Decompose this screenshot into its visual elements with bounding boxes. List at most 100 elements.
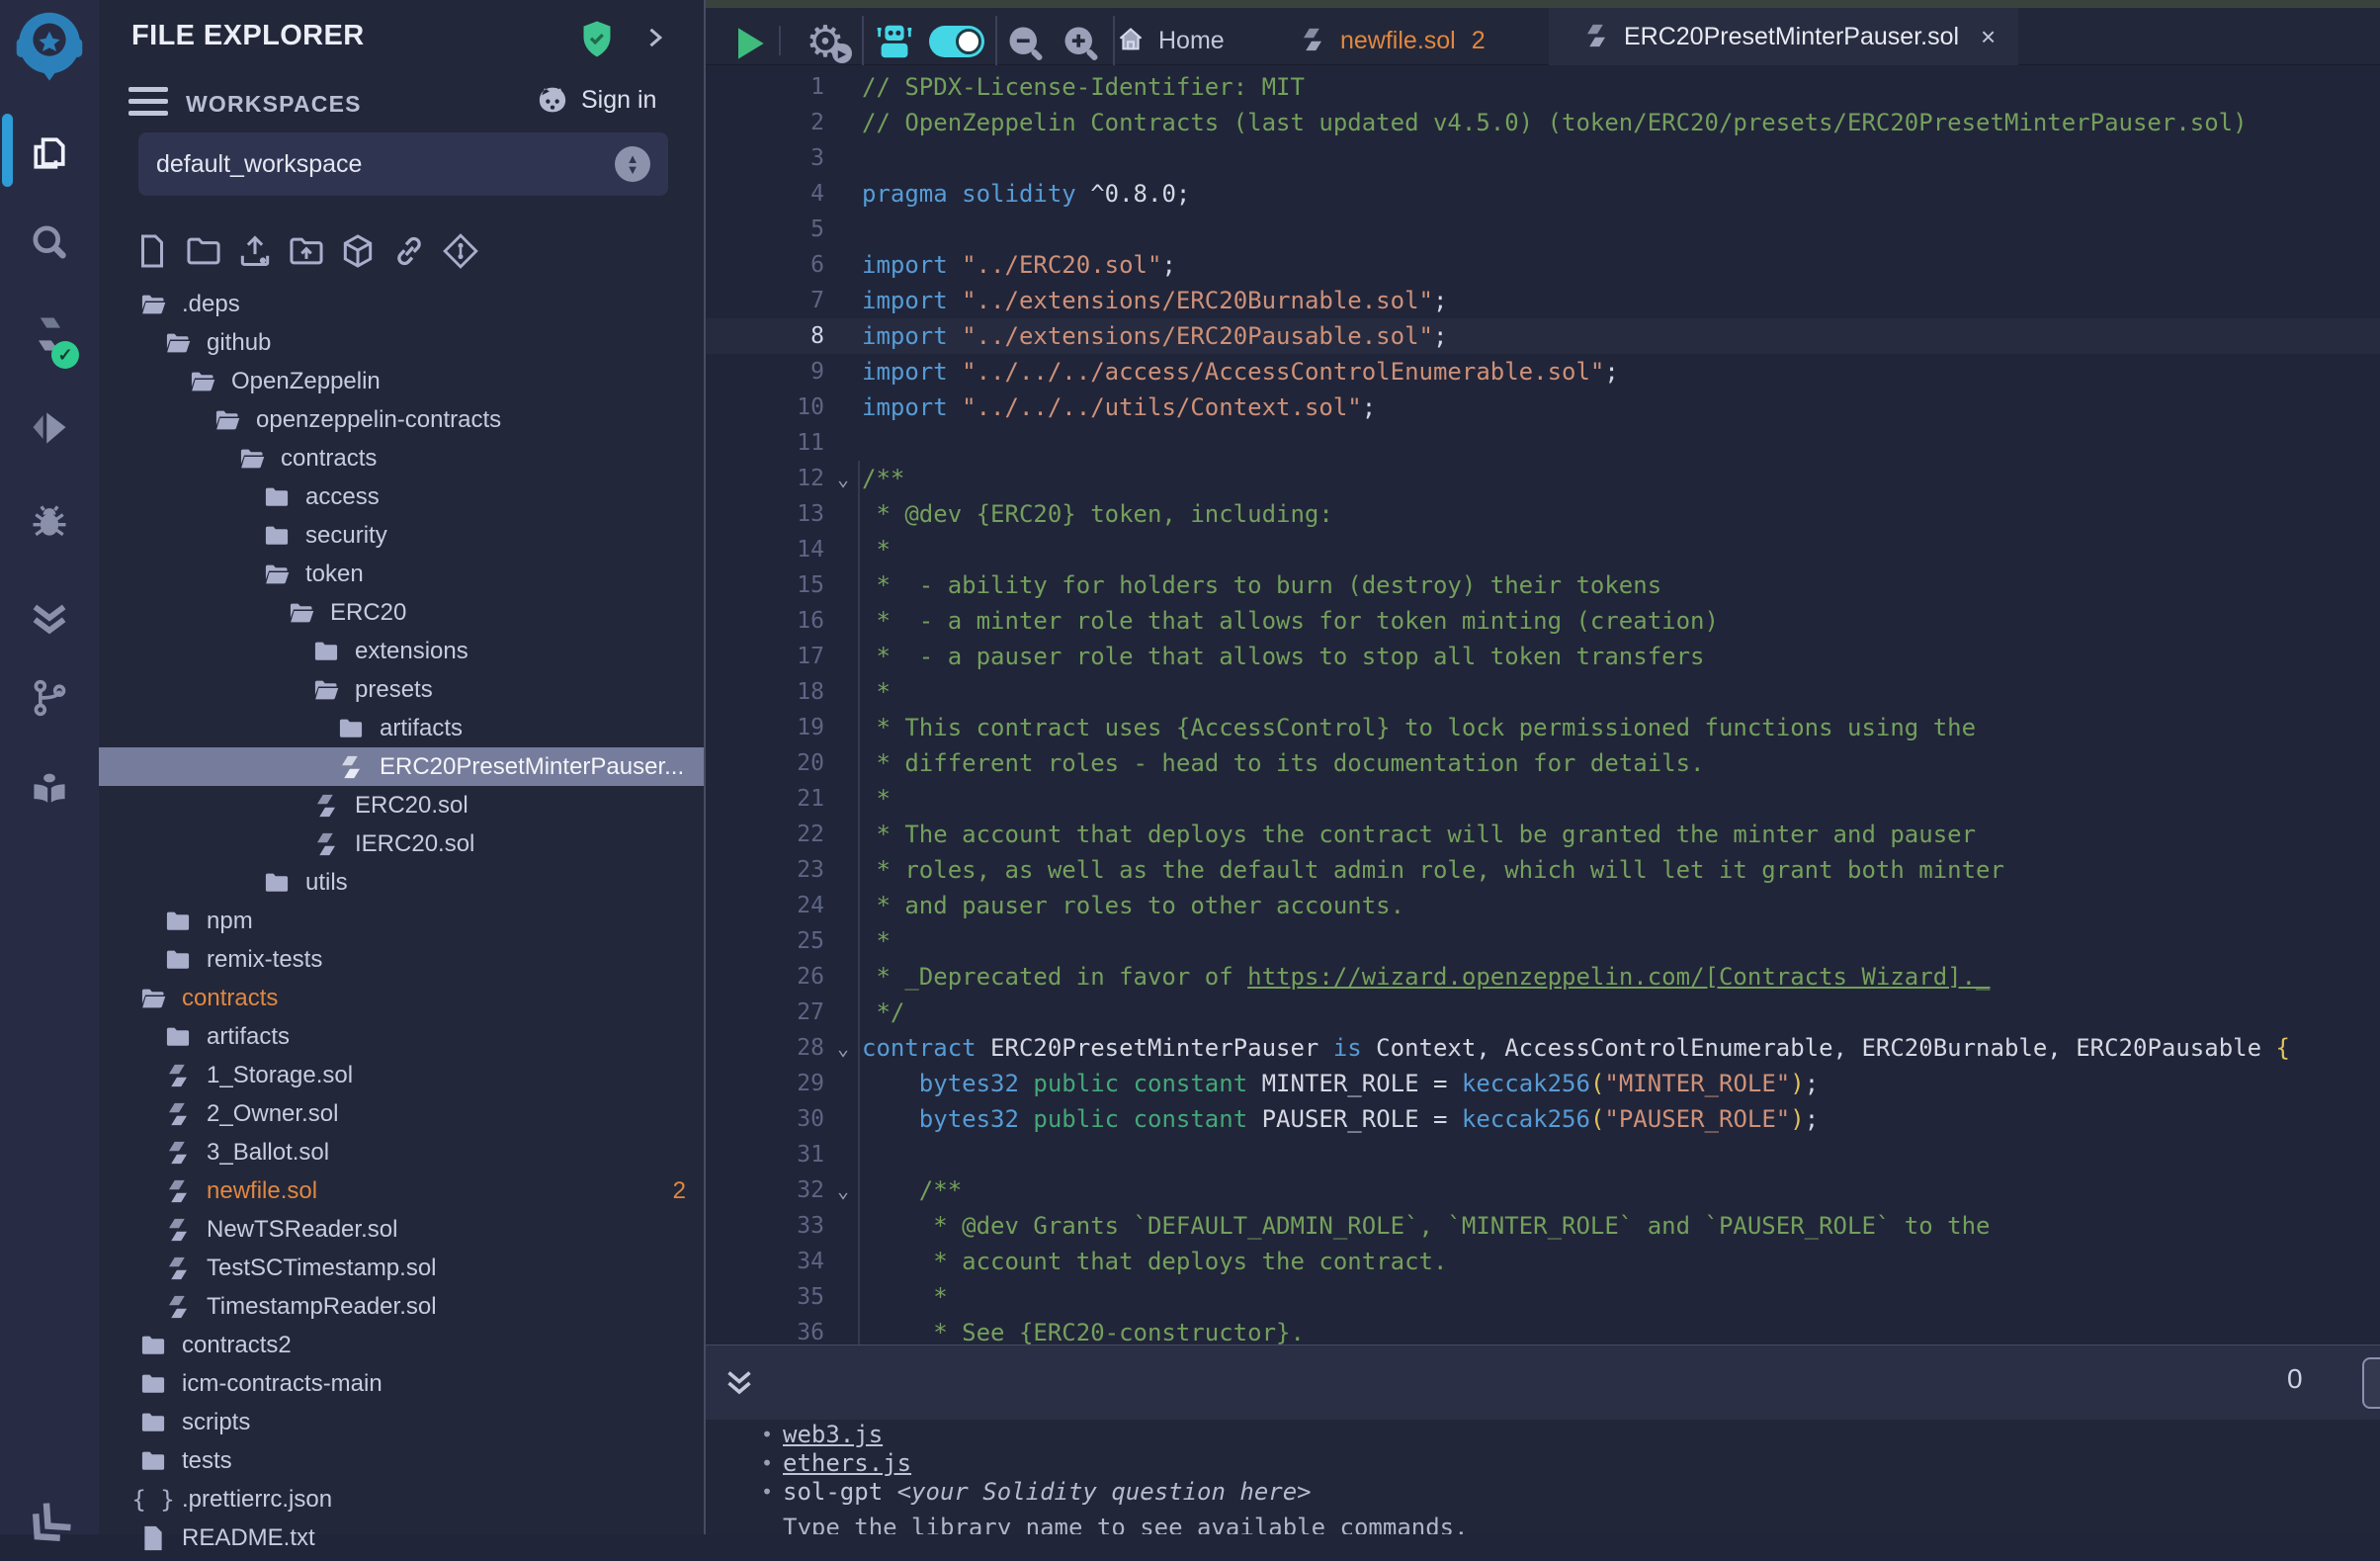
tree-folder-erc20[interactable]: ERC20 [99, 593, 704, 632]
workspace-select[interactable]: default_workspace ▲▼ [138, 132, 668, 196]
folder-icon [163, 1022, 193, 1052]
terminal-collapse-icon[interactable] [722, 1365, 757, 1401]
code-line-5: 5 [706, 212, 2380, 247]
tree-folder-access[interactable]: access [99, 477, 704, 516]
rail-icon-learneth[interactable] [26, 765, 73, 813]
fold-chevron-icon[interactable]: ⌄ [824, 1178, 862, 1202]
rail-icon-search[interactable] [26, 218, 73, 266]
tree-file-erc20.sol[interactable]: ERC20.sol [99, 786, 704, 824]
folder-open-icon [138, 984, 168, 1013]
code-token: bytes32 [919, 1105, 1019, 1133]
compile-settings-button[interactable]: ⚙ ▶ [801, 16, 850, 67]
code-line-11: 11 [706, 425, 2380, 461]
solidity-file-icon [1582, 22, 1612, 51]
tree-folder-github[interactable]: github [99, 323, 704, 362]
tab-newfile-sol[interactable]: newfile.sol 2 [1299, 16, 1486, 65]
tree-folder-scripts[interactable]: scripts [99, 1403, 704, 1441]
tree-folder-security[interactable]: security [99, 516, 704, 555]
run-script-button[interactable] [727, 22, 771, 65]
collapse-rail-icon[interactable] [13, 1488, 86, 1561]
workspaces-label: WORKSPACES [186, 91, 362, 118]
tree-folder-icm-contracts-main[interactable]: icm-contracts-main [99, 1364, 704, 1403]
line-number: 35 [706, 1284, 824, 1310]
collapse-panel-chevron-icon[interactable] [640, 24, 668, 51]
rail-icon-file-explorer[interactable] [26, 130, 73, 177]
rail-icon-deploy-run[interactable] [26, 404, 73, 452]
tree-folder-utils[interactable]: utils [99, 863, 704, 902]
code-token: ; [1805, 1105, 1819, 1133]
tree-file-newfile.sol[interactable]: newfile.sol2 [99, 1171, 704, 1210]
code-line-10: 10import "../../../utils/Context.sol"; [706, 390, 2380, 425]
tree-folder-openzeppelin[interactable]: OpenZeppelin [99, 362, 704, 400]
upload-file-icon[interactable] [229, 229, 281, 273]
tree-folder-token[interactable]: token [99, 555, 704, 593]
fold-chevron-icon[interactable]: ⌄ [824, 1036, 862, 1060]
tree-item-label: extensions [355, 638, 468, 665]
link-icon[interactable] [383, 229, 435, 273]
tree-folder-artifacts[interactable]: artifacts [99, 709, 704, 747]
folder-icon [138, 1408, 168, 1437]
folder-open-icon [311, 675, 341, 705]
tree-folder-tests[interactable]: tests [99, 1441, 704, 1480]
tree-folder-contracts[interactable]: contracts [99, 439, 704, 477]
terminal-header[interactable]: 0 [706, 1344, 2380, 1420]
workspaces-menu-icon[interactable] [128, 87, 168, 121]
terminal-search-box[interactable] [2362, 1357, 2380, 1409]
tree-file-testsctimestamp.sol[interactable]: TestSCTimestamp.sol [99, 1249, 704, 1287]
folder-open-icon [163, 328, 193, 358]
tree-file-erc20presetminterpauser...[interactable]: ERC20PresetMinterPauser... [99, 747, 704, 786]
tree-folder-presets[interactable]: presets [99, 670, 704, 709]
git-clone-icon[interactable] [435, 229, 486, 273]
tree-file-1-storage.sol[interactable]: 1_Storage.sol [99, 1056, 704, 1094]
code-token: * @dev Grants `DEFAULT_ADMIN_ROLE`, `MIN… [862, 1212, 1991, 1240]
ai-assistant-icon[interactable] [872, 20, 917, 63]
terminal-line: •web3.js [706, 1420, 2380, 1448]
new-file-icon[interactable] [127, 229, 178, 273]
terminal-link[interactable]: ethers.js [783, 1449, 911, 1477]
tree-item-label: TestSCTimestamp.sol [207, 1255, 437, 1282]
tree-file-2-owner.sol[interactable]: 2_Owner.sol [99, 1094, 704, 1133]
code-line-13: 13 * @dev {ERC20} token, including: [706, 496, 2380, 532]
tree-folder-.deps[interactable]: .deps [99, 285, 704, 323]
tab-home[interactable]: Home [1117, 16, 1225, 65]
close-tab-icon[interactable]: × [1981, 22, 1996, 52]
upload-folder-icon[interactable] [281, 229, 332, 273]
tab-erc20presetminterpauser-sol[interactable]: ERC20PresetMinterPauser.sol × [1549, 8, 2018, 65]
code-token: ; [1805, 1070, 1819, 1097]
tree-folder-npm[interactable]: npm [99, 902, 704, 940]
fold-chevron-icon[interactable]: ⌄ [824, 467, 862, 490]
rail-icon-git[interactable] [26, 674, 73, 722]
ipfs-box-icon[interactable] [332, 229, 383, 273]
tree-folder-openzeppelin-contracts[interactable]: openzeppelin-contracts [99, 400, 704, 439]
sol-icon [163, 1176, 193, 1206]
github-sign-in-button[interactable]: Sign in [534, 83, 656, 117]
terminal-output[interactable]: •web3.js•ethers.js•sol-gpt <your Solidit… [706, 1420, 2380, 1534]
code-token: MINTER_ROLE = [1247, 1070, 1462, 1097]
tree-item-label: access [305, 483, 380, 511]
rail-icon-static-analysis[interactable] [26, 593, 73, 641]
new-folder-icon[interactable] [178, 229, 229, 273]
remix-logo-icon[interactable] [12, 8, 87, 83]
ai-copilot-toggle[interactable] [929, 26, 984, 57]
terminal-link[interactable]: web3.js [783, 1421, 883, 1448]
tree-file-timestampreader.sol[interactable]: TimestampReader.sol [99, 1287, 704, 1326]
tree-file-readme.txt[interactable]: README.txt [99, 1518, 704, 1557]
tab-badge: 2 [1472, 27, 1486, 55]
tree-folder-contracts[interactable]: contracts [99, 979, 704, 1017]
rail-icon-debugger[interactable] [26, 497, 73, 545]
code-token [862, 1070, 919, 1097]
zoom-out-button[interactable] [1004, 22, 1048, 65]
tree-folder-artifacts[interactable]: artifacts [99, 1017, 704, 1056]
workspace-name: default_workspace [156, 150, 615, 179]
tree-folder-extensions[interactable]: extensions [99, 632, 704, 670]
tree-file-.prettierrc.json[interactable]: { }.prettierrc.json [99, 1480, 704, 1518]
code-token [948, 287, 962, 314]
tree-file-3-ballot.sol[interactable]: 3_Ballot.sol [99, 1133, 704, 1171]
tree-file-ierc20.sol[interactable]: IERC20.sol [99, 824, 704, 863]
code-editor[interactable]: 1// SPDX-License-Identifier: MIT2// Open… [706, 65, 2380, 1344]
tree-file-newtsreader.sol[interactable]: NewTSReader.sol [99, 1210, 704, 1249]
zoom-in-button[interactable] [1060, 22, 1103, 65]
tree-item-label: utils [305, 869, 348, 897]
tree-folder-contracts2[interactable]: contracts2 [99, 1326, 704, 1364]
tree-folder-remix-tests[interactable]: remix-tests [99, 940, 704, 979]
